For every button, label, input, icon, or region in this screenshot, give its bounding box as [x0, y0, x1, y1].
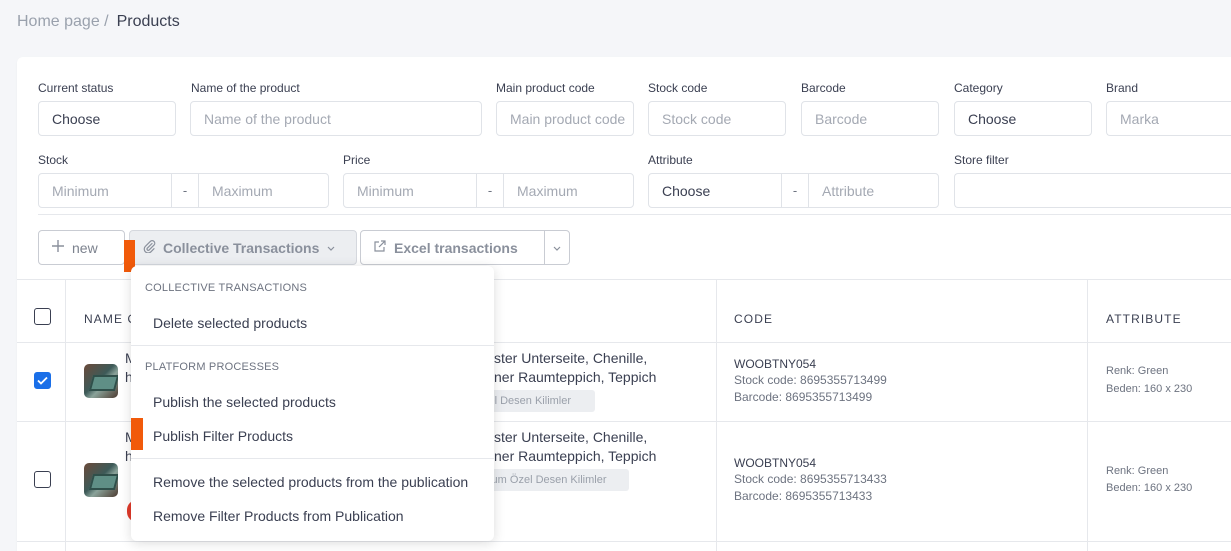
- table-row-border: [17, 541, 1231, 542]
- product-name-label: Name of the product: [191, 81, 300, 95]
- attribute-label: Attribute: [648, 153, 693, 167]
- chevron-down-icon: [552, 240, 562, 256]
- attribute-separator: -: [781, 174, 809, 207]
- column-header-name[interactable]: NAME O: [84, 312, 138, 326]
- checkmark-icon: [37, 372, 48, 390]
- category-select[interactable]: Choose: [954, 101, 1092, 136]
- chevron-down-icon: [326, 240, 336, 256]
- category-label: Category: [954, 81, 1003, 95]
- price-label: Price: [343, 153, 371, 167]
- product-code: WOOBTNY054: [734, 456, 817, 470]
- breadcrumb-home[interactable]: Home page /: [17, 13, 109, 31]
- store-filter-input[interactable]: [954, 173, 1231, 208]
- attribute-filter: Choose - Attribute: [648, 173, 939, 208]
- barcode-value: Barcode: 8695355713433: [734, 489, 873, 503]
- barcode-input[interactable]: Barcode: [801, 101, 939, 136]
- filter-divider: [38, 214, 1231, 215]
- collective-transactions-button[interactable]: Collective Transactions: [129, 230, 357, 265]
- attribute-select[interactable]: Choose: [649, 174, 781, 207]
- attribute-size: Beden: 160 x 230: [1106, 383, 1193, 395]
- stock-range: Minimum - Maximum: [38, 173, 329, 208]
- menu-divider: [131, 345, 494, 346]
- product-thumbnail[interactable]: [84, 364, 118, 398]
- menu-section-platform: PLATFORM PROCESSES: [145, 361, 280, 373]
- product-title-line[interactable]: ster Unterseite, Chenille,: [494, 428, 647, 447]
- current-status-label: Current status: [38, 81, 114, 95]
- menu-item-delete-selected[interactable]: Delete selected products: [153, 315, 307, 331]
- highlight-marker: [131, 418, 143, 450]
- table-col-border: [65, 279, 66, 551]
- brand-input[interactable]: Marka: [1106, 101, 1231, 136]
- barcode-label: Barcode: [801, 81, 846, 95]
- menu-section-collective: COLLECTIVE TRANSACTIONS: [145, 282, 308, 294]
- external-link-icon: [373, 239, 387, 256]
- menu-divider: [131, 458, 494, 459]
- new-button[interactable]: new: [38, 230, 125, 265]
- excel-transactions-button[interactable]: Excel transactions: [360, 230, 545, 265]
- collective-transactions-menu: COLLECTIVE TRANSACTIONS Delete selected …: [131, 266, 494, 541]
- collective-transactions-label: Collective Transactions: [163, 239, 320, 256]
- stock-code-value: Stock code: 8695355713433: [734, 472, 887, 486]
- row-checkbox[interactable]: [34, 372, 51, 389]
- attribute-color: Renk: Green: [1106, 365, 1169, 377]
- attribute-color: Renk: Green: [1106, 465, 1169, 477]
- menu-item-remove-filter[interactable]: Remove Filter Products from Publication: [153, 508, 404, 524]
- menu-item-publish-selected[interactable]: Publish the selected products: [153, 394, 336, 410]
- stock-range-separator: -: [171, 174, 199, 207]
- store-filter-label: Store filter: [954, 153, 1009, 167]
- barcode-value: Barcode: 8695355713499: [734, 390, 873, 404]
- breadcrumb: Home page / Products: [17, 13, 180, 31]
- product-name-input[interactable]: Name of the product: [190, 101, 482, 136]
- table-col-border: [1087, 279, 1088, 551]
- plus-icon: [51, 239, 65, 256]
- stock-code-value: Stock code: 8695355713499: [734, 373, 887, 387]
- stock-label: Stock: [38, 153, 69, 167]
- price-min-input[interactable]: Minimum: [344, 174, 476, 207]
- product-thumbnail[interactable]: [84, 463, 118, 497]
- excel-dropdown-toggle[interactable]: [544, 230, 570, 265]
- product-code: WOOBTNY054: [734, 357, 817, 371]
- stock-code-input[interactable]: Stock code: [648, 101, 786, 136]
- new-button-label: new: [72, 239, 98, 256]
- stock-max-input[interactable]: Maximum: [199, 174, 328, 207]
- stock-min-input[interactable]: Minimum: [39, 174, 171, 207]
- price-range-separator: -: [476, 174, 504, 207]
- main-code-label: Main product code: [496, 81, 595, 95]
- product-title-line[interactable]: ner Raumteppich, Teppich: [494, 447, 656, 466]
- page-title: Products: [116, 13, 180, 30]
- stock-code-label: Stock code: [648, 81, 708, 95]
- attribute-size: Beden: 160 x 230: [1106, 482, 1193, 494]
- price-range: Minimum - Maximum: [343, 173, 634, 208]
- paperclip-icon: [142, 239, 156, 256]
- category-tag: nium Özel Desen Kilimler: [475, 469, 629, 491]
- column-header-attribute[interactable]: ATTRIBUTE: [1106, 312, 1182, 326]
- row-checkbox[interactable]: [34, 471, 51, 488]
- table-col-border: [716, 279, 717, 551]
- menu-item-publish-filter[interactable]: Publish Filter Products: [153, 428, 293, 444]
- select-all-checkbox[interactable]: [34, 308, 51, 325]
- main-code-input[interactable]: Main product code: [496, 101, 634, 136]
- product-title-line[interactable]: ner Raumteppich, Teppich: [494, 368, 656, 387]
- attribute-input[interactable]: Attribute: [809, 174, 938, 207]
- column-header-code[interactable]: CODE: [734, 312, 773, 326]
- current-status-select[interactable]: Choose: [38, 101, 176, 136]
- brand-label: Brand: [1106, 81, 1139, 95]
- price-max-input[interactable]: Maximum: [504, 174, 633, 207]
- product-title-line[interactable]: ster Unterseite, Chenille,: [494, 349, 647, 368]
- excel-transactions-label: Excel transactions: [394, 239, 518, 256]
- menu-item-remove-selected[interactable]: Remove the selected products from the pu…: [153, 474, 468, 490]
